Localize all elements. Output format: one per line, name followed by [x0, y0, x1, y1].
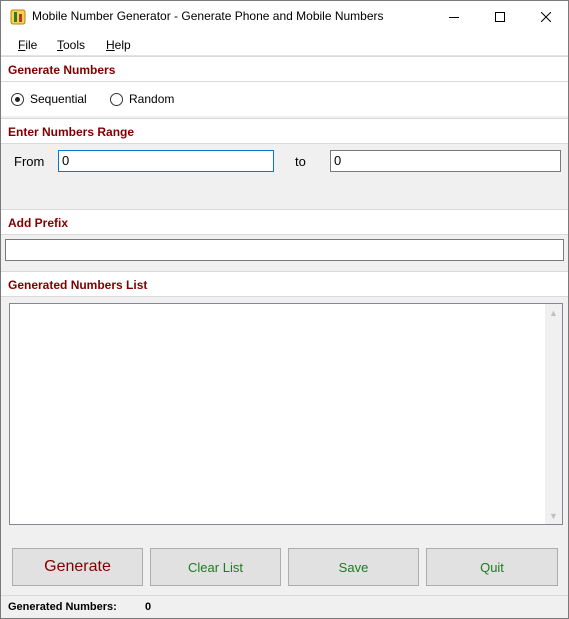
menu-tools[interactable]: Tools [57, 38, 85, 52]
menu-help[interactable]: Help [106, 38, 131, 52]
generated-numbers-list[interactable]: ▲ ▼ [9, 303, 563, 525]
app-icon [10, 9, 26, 25]
radio-sequential-label: Sequential [30, 92, 87, 106]
radio-sequential[interactable]: Sequential [11, 92, 87, 106]
range-panel: From 0 to 0 [1, 144, 568, 208]
from-input[interactable]: 0 [58, 150, 274, 172]
radio-random-label: Random [129, 92, 175, 106]
scroll-down-icon[interactable]: ▼ [545, 507, 562, 524]
generate-numbers-title: Generate Numbers [8, 63, 116, 77]
minimize-icon[interactable] [431, 1, 477, 32]
scroll-up-icon[interactable]: ▲ [545, 304, 562, 321]
to-input[interactable]: 0 [330, 150, 561, 172]
menu-bar: File Tools Help [1, 32, 568, 56]
mode-panel: Sequential Random [1, 82, 568, 116]
list-header: Generated Numbers List [1, 271, 568, 297]
maximize-icon[interactable] [477, 1, 523, 32]
range-header: Enter Numbers Range [1, 118, 568, 144]
prefix-input[interactable] [5, 239, 564, 261]
main-window: Mobile Number Generator - Generate Phone… [0, 0, 569, 619]
list-scrollbar[interactable]: ▲ ▼ [545, 304, 562, 524]
menu-file[interactable]: File [18, 38, 37, 52]
save-button[interactable]: Save [288, 548, 419, 586]
status-bar: Generated Numbers: 0 [1, 595, 568, 618]
generated-count-label: Generated Numbers: [8, 601, 117, 613]
generate-numbers-header: Generate Numbers [1, 56, 568, 82]
close-icon[interactable] [523, 1, 569, 32]
window-title: Mobile Number Generator - Generate Phone… [32, 9, 384, 23]
from-label: From [14, 154, 45, 169]
prefix-panel [1, 235, 568, 271]
prefix-header: Add Prefix [1, 209, 568, 235]
quit-button[interactable]: Quit [426, 548, 558, 586]
radio-random[interactable]: Random [110, 92, 174, 106]
generated-count-value: 0 [145, 601, 152, 613]
title-bar[interactable]: Mobile Number Generator - Generate Phone… [1, 1, 568, 32]
list-title: Generated Numbers List [8, 278, 148, 292]
generate-button[interactable]: Generate [12, 548, 143, 586]
range-title: Enter Numbers Range [8, 125, 135, 139]
radio-sequential-indicator[interactable] [11, 92, 24, 106]
prefix-title: Add Prefix [8, 216, 69, 230]
radio-random-indicator[interactable] [110, 92, 123, 106]
to-label: to [295, 154, 306, 169]
clear-list-button[interactable]: Clear List [150, 548, 281, 586]
